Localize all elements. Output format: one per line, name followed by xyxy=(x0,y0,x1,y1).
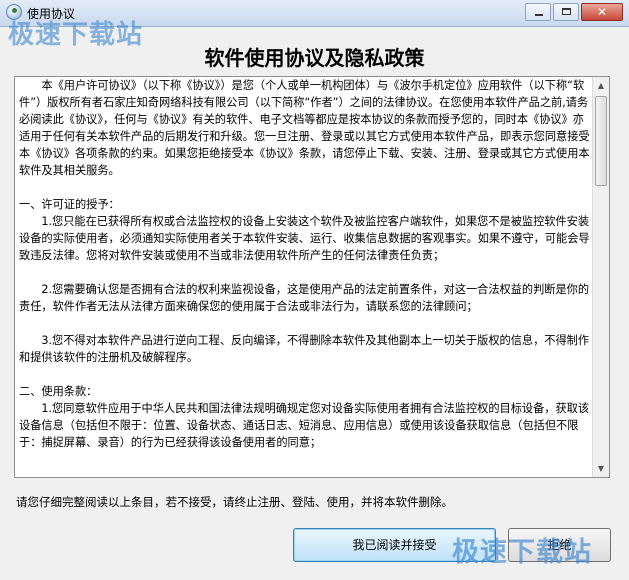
scroll-down-icon[interactable]: ▼ xyxy=(593,460,609,477)
minimize-icon xyxy=(535,14,543,16)
agreement-paragraph: 本《用户许可协议》（以下称《协议》）是您（个人或单一机构团体）与《波尔手机定位》… xyxy=(19,79,590,177)
minimize-button[interactable] xyxy=(525,3,551,21)
maximize-button[interactable] xyxy=(553,3,579,21)
window-controls: ✕ xyxy=(523,3,623,21)
agreement-paragraph: 1.您只能在已获得所有权或合法监控权的设备上安装这个软件及被监控客户端软件，如果… xyxy=(19,215,590,262)
vertical-scrollbar[interactable]: ▲ ▼ xyxy=(592,77,609,477)
agreement-text: 本《用户许可协议》（以下称《协议》）是您（个人或单一机构团体）与《波尔手机定位》… xyxy=(19,77,592,477)
notice-text: 请您仔细完整阅读以上条目，若不接受，请终止注册、登陆、使用，并将本软件删除。 xyxy=(16,495,453,509)
agreement-textbox[interactable]: 本《用户许可协议》（以下称《协议》）是您（个人或单一机构团体）与《波尔手机定位》… xyxy=(14,76,610,478)
close-icon: ✕ xyxy=(596,5,608,19)
dialog-heading: 软件使用协议及隐私政策 xyxy=(204,46,425,70)
agreement-paragraph: 2.您需要确认您是否拥有合法的权利来监视设备，这是使用产品的法定前置条件，对这一… xyxy=(19,283,590,313)
maximize-icon xyxy=(562,8,571,15)
agreement-paragraph: 3.您不得对本软件产品进行逆向工程、反向编译，不得删除本软件及其他副本上一切关于… xyxy=(19,334,590,364)
scrollbar-thumb[interactable] xyxy=(595,96,607,186)
agreement-section-title: 二、使用条款： xyxy=(19,385,98,398)
scroll-up-icon[interactable]: ▲ xyxy=(593,77,609,94)
watermark-logo: 极速下载站 xyxy=(452,537,592,568)
agreement-section-title: 一、许可证的授予： xyxy=(19,198,120,211)
close-button[interactable]: ✕ xyxy=(581,3,623,21)
agreement-paragraph: 1.您同意软件应用于中华人民共和国法律法规明确规定您对设备实际使用者拥有合法监控… xyxy=(19,402,590,449)
